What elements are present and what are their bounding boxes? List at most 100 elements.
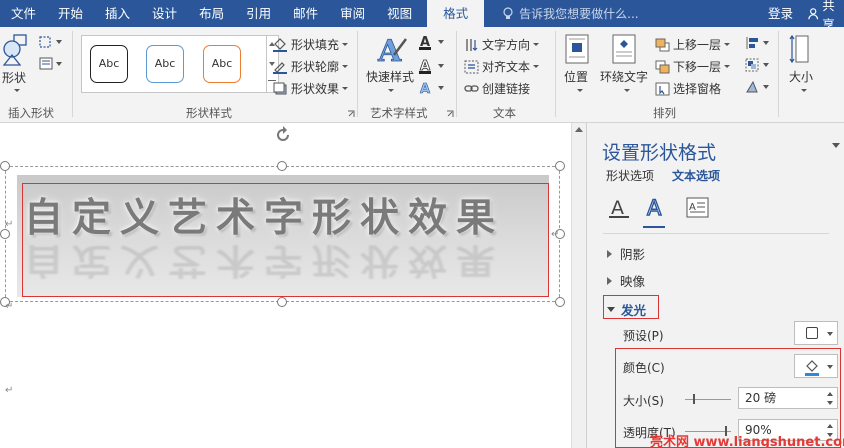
link-icon: [464, 84, 479, 92]
shape-effects-button[interactable]: 形状效果: [272, 80, 349, 97]
format-shape-pane: 设置形状格式 形状选项 文本选项 A A A 阴影 映像 发光 预设(P) 颜色…: [586, 123, 844, 448]
scroll-up-icon[interactable]: [575, 127, 583, 132]
wordart-dialog-launcher-icon[interactable]: [446, 110, 454, 118]
shape-style-gallery: Abc Abc Abc: [81, 35, 267, 93]
text-effects-icon[interactable]: A: [643, 195, 669, 221]
size-property-label: 大小(S): [623, 394, 664, 408]
resize-handle[interactable]: [0, 229, 10, 239]
shape-fill-button[interactable]: 形状填充: [272, 36, 349, 53]
size-spinner[interactable]: 20 磅: [738, 387, 838, 409]
text-direction-button[interactable]: 文字方向: [464, 36, 540, 53]
pencil-icon: [273, 61, 287, 74]
resize-handle[interactable]: [0, 161, 10, 171]
quick-styles-caret: [388, 89, 394, 92]
group-objects-icon[interactable]: [745, 58, 771, 72]
glow-color-dropdown[interactable]: [794, 354, 838, 378]
paint-bucket-icon: [273, 37, 287, 52]
shape-style-dark[interactable]: Abc: [90, 45, 128, 83]
text-fill-icon[interactable]: A: [418, 34, 448, 50]
text-effects-icon[interactable]: A: [418, 80, 448, 96]
pane-options-icon[interactable]: [832, 143, 840, 148]
group-label-insert-shapes: 插入形状: [8, 106, 54, 120]
size-label[interactable]: 大小: [789, 68, 813, 85]
tab-design[interactable]: 设计: [141, 0, 188, 27]
group-separator: [555, 31, 556, 117]
tab-layout[interactable]: 布局: [188, 0, 235, 27]
wrap-text-icon[interactable]: [610, 33, 638, 65]
send-backward-button[interactable]: 下移一层: [655, 58, 731, 75]
position-label[interactable]: 位置: [564, 68, 588, 85]
color-label: 颜色(C): [623, 361, 665, 375]
spin-down-icon[interactable]: [827, 401, 833, 405]
dialog-launcher-icon[interactable]: [347, 110, 355, 118]
size-slider[interactable]: [685, 399, 731, 400]
wordart-quick-styles-icon[interactable]: A: [374, 33, 408, 67]
group-label-shape-styles: 形状样式: [186, 106, 232, 120]
shape-style-blue[interactable]: Abc: [146, 45, 184, 83]
bring-forward-button[interactable]: 上移一层: [655, 36, 731, 53]
tab-review[interactable]: 审阅: [329, 0, 376, 27]
bring-forward-icon: [655, 38, 670, 51]
resize-handle[interactable]: [555, 297, 565, 307]
selection-pane-icon: [655, 82, 670, 95]
tab-shape-options[interactable]: 形状选项: [606, 167, 654, 184]
svg-text:A: A: [611, 197, 624, 219]
align-text-label: 对齐文本: [482, 60, 531, 74]
tab-text-options[interactable]: 文本选项: [672, 167, 720, 184]
spin-up-icon[interactable]: [827, 424, 833, 428]
section-shadow-label: 阴影: [620, 247, 646, 262]
text-box-layout-icon[interactable]: A: [685, 195, 711, 221]
shapes-caret: [14, 89, 20, 92]
login-button[interactable]: 登录: [768, 0, 793, 27]
align-text-button[interactable]: 对齐文本: [464, 58, 540, 75]
group-label-arrange: 排列: [653, 106, 676, 120]
ribbon: 形状 插入形状 Abc Abc Abc 形状填充 形状轮廓 形状效果 形状样式 …: [0, 27, 844, 123]
selection-pane-label: 选择窗格: [673, 82, 722, 96]
size-icon[interactable]: [788, 33, 814, 65]
tell-me-search[interactable]: 告诉我您想要做什么...: [502, 5, 639, 22]
resize-handle[interactable]: [277, 161, 287, 171]
share-button[interactable]: 共享: [808, 0, 844, 32]
shape-outline-button[interactable]: 形状轮廓: [272, 58, 349, 75]
shapes-button-label[interactable]: 形状: [2, 69, 26, 86]
resize-handle[interactable]: [277, 297, 287, 307]
align-objects-icon[interactable]: [745, 36, 771, 50]
document-scrollbar[interactable]: [571, 123, 586, 448]
tab-view[interactable]: 视图: [376, 0, 423, 27]
paragraph-mark-icon: ↵: [5, 301, 14, 312]
document-canvas[interactable]: 自定义艺术字形状效果 自定义艺术字形状效果 ↵ ↵ ↵ ↵: [0, 123, 571, 448]
section-reflection[interactable]: 映像: [607, 271, 645, 290]
rotate-icon[interactable]: [745, 80, 771, 94]
align-text-icon: [464, 60, 479, 73]
rotate-handle-icon[interactable]: [273, 125, 293, 145]
shapes-icon[interactable]: [2, 33, 30, 67]
tab-file[interactable]: 文件: [0, 0, 47, 27]
quick-styles-label[interactable]: 快速样式: [366, 68, 414, 85]
spin-up-icon[interactable]: [827, 392, 833, 396]
text-direction-label: 文字方向: [482, 38, 531, 52]
pane-title: 设置形状格式: [602, 142, 717, 164]
group-separator: [456, 31, 457, 117]
text-fill-outline-icon[interactable]: A: [607, 195, 633, 221]
tab-insert[interactable]: 插入: [94, 0, 141, 27]
text-outline-icon[interactable]: A: [418, 58, 448, 74]
edit-shape-icon[interactable]: [38, 35, 64, 49]
tab-format[interactable]: 格式: [427, 0, 485, 27]
shape-effects-label: 形状效果: [291, 82, 340, 96]
create-link-button[interactable]: 创建链接: [464, 80, 530, 97]
size-slider-thumb[interactable]: [693, 394, 696, 404]
position-icon[interactable]: [563, 33, 591, 65]
section-shadow[interactable]: 阴影: [607, 244, 645, 263]
text-box-icon[interactable]: [38, 57, 64, 71]
bring-forward-label: 上移一层: [673, 38, 722, 52]
selection-pane-button[interactable]: 选择窗格: [655, 80, 721, 97]
tab-home[interactable]: 开始: [47, 0, 94, 27]
resize-handle[interactable]: [555, 161, 565, 171]
shape-style-orange[interactable]: Abc: [203, 45, 241, 83]
preset-glow-icon: [806, 327, 818, 339]
wrap-text-label[interactable]: 环绕文字: [600, 68, 648, 85]
preset-dropdown[interactable]: [794, 321, 838, 345]
tab-references[interactable]: 引用: [235, 0, 282, 27]
dropdown-caret: [827, 332, 833, 336]
tab-mailings[interactable]: 邮件: [282, 0, 329, 27]
